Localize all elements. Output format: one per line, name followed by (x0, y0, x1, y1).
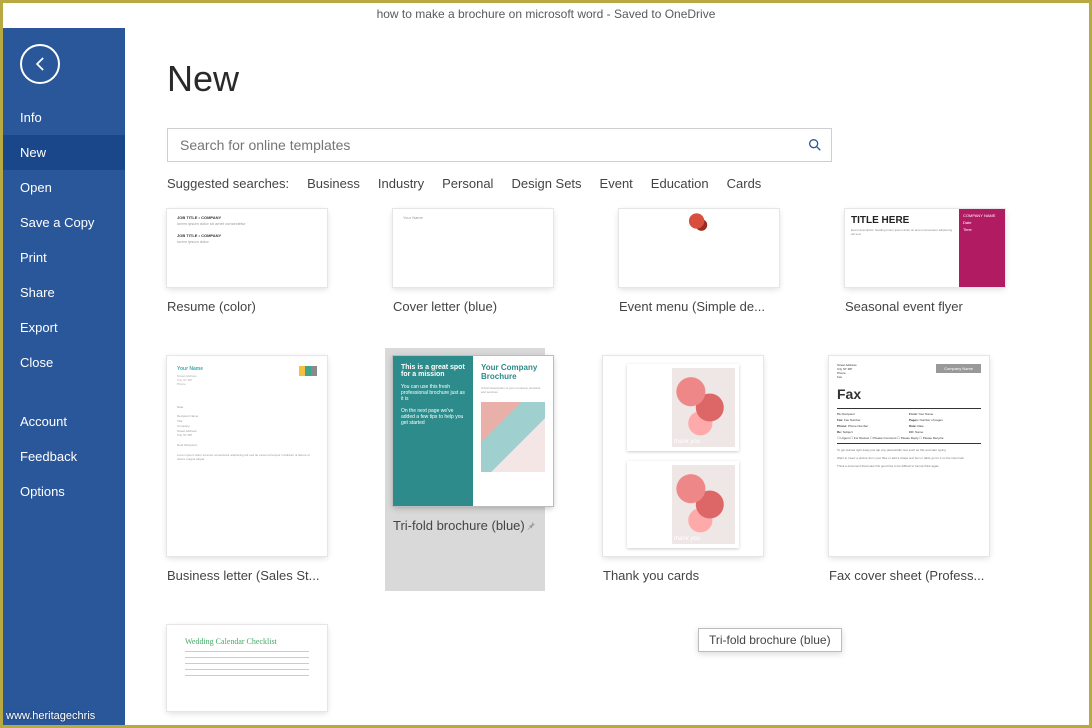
suggested-searches: Suggested searches: Business Industry Pe… (167, 176, 1050, 191)
suggested-link-cards[interactable]: Cards (727, 176, 762, 191)
sidebar-item-options[interactable]: Options (0, 474, 125, 509)
template-wedding-checklist[interactable]: Wedding Calendar Checklist (167, 625, 327, 711)
search-icon (807, 137, 823, 153)
suggested-link-education[interactable]: Education (651, 176, 709, 191)
document-title: how to make a brochure on microsoft word… (377, 7, 716, 21)
template-seasonal-flyer[interactable]: TITLE HEREEvent description heading lore… (845, 209, 1005, 314)
content-pane: New Suggested searches: Business Industr… (125, 28, 1092, 728)
sidebar-item-close[interactable]: Close (0, 345, 125, 380)
template-caption: Event menu (Simple de... (619, 299, 779, 314)
template-cover-letter-blue[interactable]: Your Name Cover letter (blue) (393, 209, 553, 314)
arrow-left-icon (30, 54, 50, 74)
template-business-letter[interactable]: Your NameStreet AddressCity ST ZIPPhoneD… (167, 356, 327, 583)
template-thank-you-cards[interactable]: thank youthank you Thank you cards (603, 356, 763, 583)
template-caption: Seasonal event flyer (845, 299, 1005, 314)
search-box (167, 128, 832, 162)
sidebar-item-info[interactable]: Info (0, 100, 125, 135)
page-title: New (167, 58, 1050, 100)
tooltip: Tri-fold brochure (blue) (698, 628, 842, 652)
template-event-menu[interactable]: Event menu (Simple de... (619, 209, 779, 314)
pin-icon[interactable] (525, 520, 537, 532)
sidebar-item-feedback[interactable]: Feedback (0, 439, 125, 474)
backstage-sidebar: Info New Open Save a Copy Print Share Ex… (0, 28, 125, 728)
watermark: www.heritagechris (6, 710, 95, 722)
template-trifold-brochure[interactable]: This is a great spot for a missionYou ca… (385, 348, 545, 591)
suggested-link-design-sets[interactable]: Design Sets (511, 176, 581, 191)
template-caption: Resume (color) (167, 299, 327, 314)
template-caption: Tri-fold brochure (blue) (393, 518, 537, 533)
template-caption: Fax cover sheet (Profess... (829, 568, 989, 583)
template-caption: Business letter (Sales St... (167, 568, 327, 583)
suggested-link-business[interactable]: Business (307, 176, 360, 191)
suggested-label: Suggested searches: (167, 176, 289, 191)
back-button[interactable] (20, 44, 60, 84)
title-bar: how to make a brochure on microsoft word… (0, 0, 1092, 28)
suggested-link-event[interactable]: Event (600, 176, 633, 191)
sidebar-item-save-copy[interactable]: Save a Copy (0, 205, 125, 240)
sidebar-item-print[interactable]: Print (0, 240, 125, 275)
template-caption: Cover letter (blue) (393, 299, 553, 314)
template-gallery: JOB TITLE • COMPANYlorem ipsum dolor sit… (167, 209, 1050, 711)
search-button[interactable] (799, 129, 831, 161)
sidebar-item-account[interactable]: Account (0, 404, 125, 439)
template-fax-cover[interactable]: Street AddressCity ST ZIPPhoneFaxCompany… (829, 356, 989, 583)
sidebar-item-export[interactable]: Export (0, 310, 125, 345)
template-resume-color[interactable]: JOB TITLE • COMPANYlorem ipsum dolor sit… (167, 209, 327, 314)
sidebar-item-open[interactable]: Open (0, 170, 125, 205)
suggested-link-personal[interactable]: Personal (442, 176, 493, 191)
template-caption: Thank you cards (603, 568, 763, 583)
sidebar-item-new[interactable]: New (0, 135, 125, 170)
search-input[interactable] (168, 129, 799, 161)
suggested-link-industry[interactable]: Industry (378, 176, 424, 191)
sidebar-item-share[interactable]: Share (0, 275, 125, 310)
